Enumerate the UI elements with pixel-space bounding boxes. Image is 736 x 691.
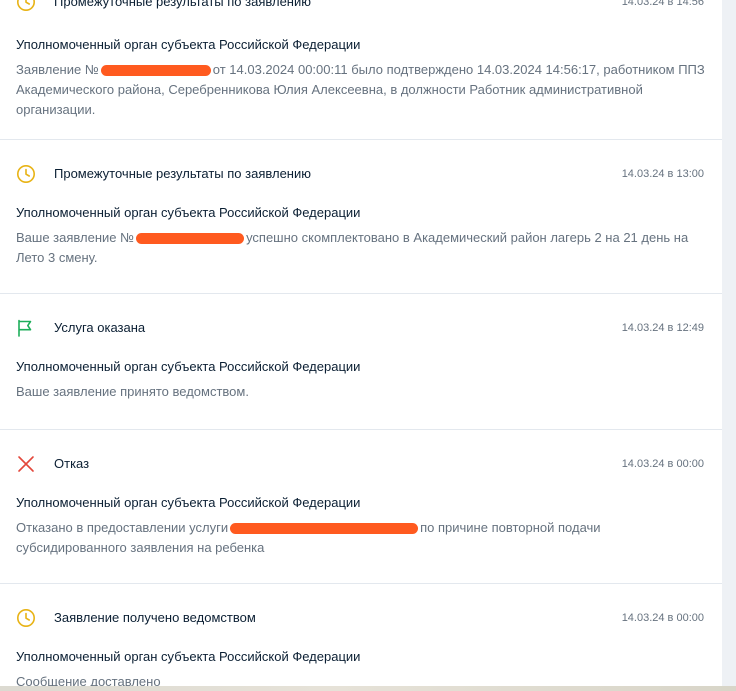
event-organization: Уполномоченный орган субъекта Российской… — [16, 37, 361, 52]
event-message: Заявление № от 14.03.2024 00:00:11 было п… — [16, 60, 706, 120]
page-side-shadow — [722, 0, 736, 691]
event-title: Заявление получено ведомством — [54, 610, 256, 625]
event-time: 14.03.24 в 12:49 — [621, 322, 704, 334]
event-title: Услуга оказана — [54, 320, 146, 335]
event-time: 14.03.24 в 13:00 — [621, 168, 704, 180]
clock-icon — [16, 164, 36, 184]
clock-icon — [16, 0, 36, 12]
event-message: Ваше заявление принято ведомством. — [16, 384, 249, 399]
event-title: Отказ — [54, 456, 90, 471]
event-organization: Уполномоченный орган субъекта Российской… — [16, 649, 361, 664]
event-header: Промежуточные результаты по заявлению 14… — [16, 164, 706, 188]
close-icon — [16, 454, 36, 474]
redaction-mark — [230, 523, 419, 535]
event-header: Отказ 14.03.24 в 00:00 — [16, 454, 706, 478]
status-event: Заявление получено ведомством 14.03.24 в… — [0, 584, 722, 686]
event-message: Сообщение доставлено — [16, 674, 161, 686]
event-message-start: Ваше заявление № — [16, 230, 135, 245]
event-time: 14.03.24 в 00:00 — [621, 458, 704, 470]
flag-icon — [16, 318, 36, 338]
status-event: Промежуточные результаты по заявлению 14… — [0, 140, 722, 294]
status-history-timeline: Промежуточные результаты по заявлению 14… — [0, 0, 722, 686]
event-header: Услуга оказана 14.03.24 в 12:49 — [16, 318, 706, 342]
status-event: Услуга оказана 14.03.24 в 12:49 Уполномо… — [0, 294, 722, 430]
bottom-background-strip — [0, 686, 736, 691]
clock-icon — [16, 608, 36, 628]
event-time: 14.03.24 в 14:56 — [621, 0, 704, 8]
redaction-mark — [136, 233, 245, 245]
event-message: Ваше заявление № успешно скомплектовано в… — [16, 228, 706, 268]
status-event: Отказ 14.03.24 в 00:00 Уполномоченный ор… — [0, 430, 722, 584]
status-event: Промежуточные результаты по заявлению 14… — [0, 0, 722, 140]
event-message: Отказано в предоставлении услуги по причи… — [16, 518, 706, 558]
event-header: Заявление получено ведомством 14.03.24 в… — [16, 608, 706, 632]
event-organization: Уполномоченный орган субъекта Российской… — [16, 495, 361, 510]
event-message-start: Заявление № — [16, 62, 99, 77]
event-header: Промежуточные результаты по заявлению 14… — [16, 0, 706, 16]
event-title: Промежуточные результаты по заявлению — [54, 166, 311, 181]
event-organization: Уполномоченный орган субъекта Российской… — [16, 359, 361, 374]
event-message-start: Отказано в предоставлении услуги — [16, 520, 229, 535]
event-time: 14.03.24 в 00:00 — [621, 612, 704, 624]
event-organization: Уполномоченный орган субъекта Российской… — [16, 205, 361, 220]
redaction-mark — [100, 65, 211, 77]
event-title: Промежуточные результаты по заявлению — [54, 0, 311, 9]
